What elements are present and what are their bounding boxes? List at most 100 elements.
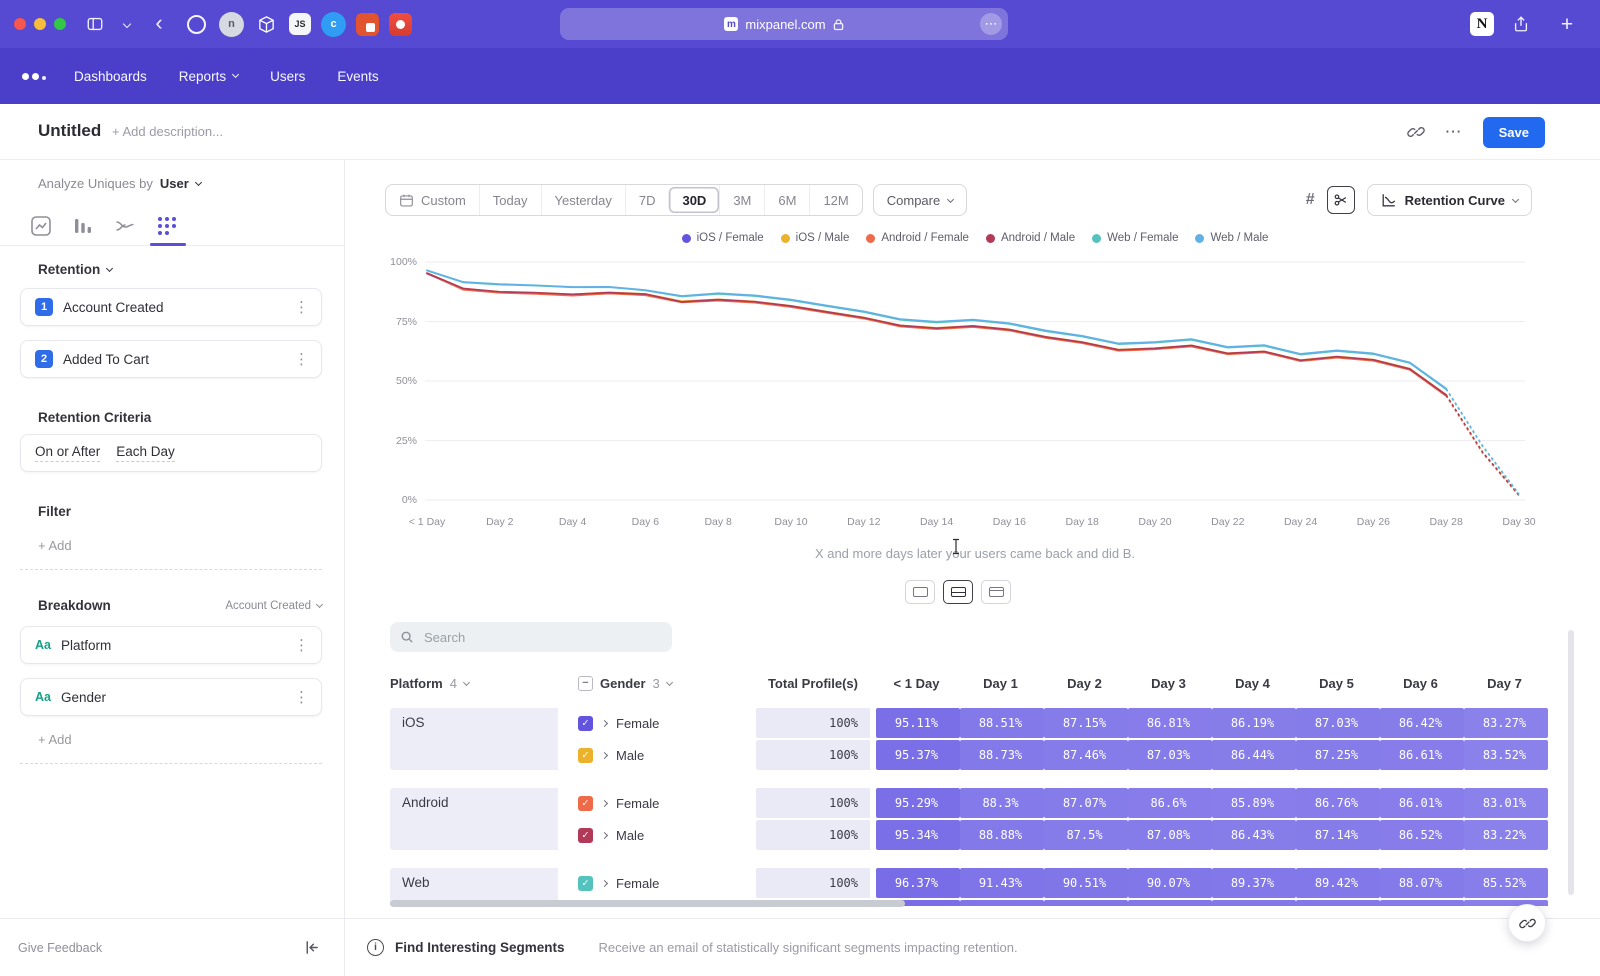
collapse-sidebar-icon[interactable] [303,939,320,956]
address-more-button[interactable]: ⋯ [980,13,1002,35]
retention-cell[interactable]: 87.08% [1128,820,1212,850]
retention-cell[interactable]: 87.07% [1044,788,1128,818]
day-column-header[interactable]: Day 2 [1044,676,1128,691]
range-yesterday[interactable]: Yesterday [541,185,625,215]
new-tab-icon[interactable]: + [1554,11,1580,37]
segments-title[interactable]: Find Interesting Segments [395,940,565,955]
gender-cell[interactable]: ✓Female [568,868,756,898]
retention-cell[interactable]: 95.37% [876,740,960,770]
legend-item[interactable]: iOS / Female [682,232,764,244]
retention-cell[interactable]: 88.1% [1380,900,1464,906]
criteria-interval[interactable]: Each Day [116,444,175,462]
package-extension-icon[interactable] [254,12,279,37]
copy-link-icon[interactable] [1407,123,1425,141]
retention-cell[interactable]: 88.73% [960,740,1044,770]
retention-cell[interactable]: 90.1% [1128,900,1212,906]
minimize-window-button[interactable] [34,18,46,30]
retention-cell[interactable]: 90.51% [1044,868,1128,898]
breakdown-context[interactable]: Account Created [225,600,322,612]
analyze-value[interactable]: User [160,176,189,191]
address-bar[interactable]: m mixpanel.com ⋯ [560,8,1008,40]
retention-cell[interactable]: 95.11% [876,708,960,738]
more-options-icon[interactable]: ⋮ [294,300,309,315]
more-options-icon[interactable]: ⋮ [294,690,309,705]
legend-item[interactable]: Web / Male [1195,232,1268,244]
retention-cell[interactable]: 88.07% [1380,868,1464,898]
gender-cell[interactable]: ✓Female [568,788,756,818]
report-title[interactable]: Untitled [38,121,101,141]
series-checkbox[interactable]: ✓ [578,748,593,763]
retention-cell[interactable]: 91.43% [960,868,1044,898]
retention-cell[interactable]: 89.37% [1212,868,1296,898]
clock-extension-icon[interactable] [184,12,209,37]
retention-section-heading[interactable]: Retention [38,262,322,277]
criteria-mode[interactable]: On or After [35,444,100,462]
platform-cell[interactable]: Android [390,788,568,850]
retention-cell[interactable]: 85.89% [1212,788,1296,818]
day-column-header[interactable]: Day 6 [1380,676,1464,691]
more-options-icon[interactable]: ⋮ [294,638,309,653]
retention-cell[interactable]: 87.46% [1044,740,1128,770]
more-options-icon[interactable]: ⋮ [294,352,309,367]
retention-step-2[interactable]: 2 Added To Cart ⋮ [20,340,322,378]
retention-cell[interactable]: 89.4% [1212,900,1296,906]
gender-cell[interactable]: ✓Male [568,820,756,850]
retention-cell[interactable]: 89.42% [1296,868,1380,898]
retention-cell[interactable]: 86.76% [1296,788,1380,818]
legend-item[interactable]: Android / Female [866,232,969,244]
range-30d[interactable]: 30D [668,187,719,213]
expand-chevron-icon[interactable] [601,831,608,838]
total-profiles-header[interactable]: Total Profile(s) [756,676,876,691]
js-extension-icon[interactable]: JS [289,13,311,35]
retention-cell[interactable]: 90.6% [1044,900,1128,906]
split-view-toggle[interactable] [943,580,973,604]
retention-cell[interactable]: 89.5% [1296,900,1380,906]
range-3m[interactable]: 3M [719,185,764,215]
retention-cell[interactable]: 87.03% [1296,708,1380,738]
expand-chevron-icon[interactable] [601,879,608,886]
chart-only-toggle[interactable] [905,580,935,604]
retention-cell[interactable]: 83.27% [1464,708,1548,738]
expand-chevron-icon[interactable] [601,799,608,806]
chevron-down-icon[interactable] [114,11,140,37]
retention-cell[interactable]: 87.5% [1044,820,1128,850]
nav-item-events[interactable]: Events [337,69,378,84]
retention-cell[interactable]: 90.07% [1128,868,1212,898]
gender-cell[interactable]: ✓Female [568,708,756,738]
retention-cell[interactable]: 83.22% [1464,820,1548,850]
gray-extension-icon[interactable]: n [219,12,244,37]
select-all-checkbox[interactable]: − [578,676,593,691]
retention-cell[interactable]: 88.3% [960,788,1044,818]
retention-cell[interactable]: 86.61% [1380,740,1464,770]
range-7d[interactable]: 7D [625,185,669,215]
blue-extension-icon[interactable]: c [321,12,346,37]
criteria-card[interactable]: On or After Each Day [20,434,322,472]
breakdown-platform[interactable]: Aa Platform ⋮ [20,626,322,664]
range-today[interactable]: Today [479,185,541,215]
tab-insights[interactable] [30,215,52,237]
add-description[interactable]: + Add description... [112,124,223,139]
analyze-uniques-row[interactable]: Analyze Uniques by User [38,176,201,191]
series-checkbox[interactable]: ✓ [578,796,593,811]
segment-cut-icon[interactable] [1327,186,1355,214]
retention-cell[interactable]: 86.19% [1212,708,1296,738]
range-custom[interactable]: Custom [386,185,479,215]
sidebar-toggle-icon[interactable] [82,11,108,37]
tab-flows[interactable] [114,215,136,237]
retention-cell[interactable]: 87.15% [1044,708,1128,738]
retention-cell[interactable]: 83.01% [1464,788,1548,818]
more-options-icon[interactable]: ⋯ [1445,122,1463,142]
retention-cell[interactable]: 95.34% [876,820,960,850]
retention-cell[interactable]: 86.42% [1380,708,1464,738]
legend-item[interactable]: Web / Female [1092,232,1178,244]
save-button[interactable]: Save [1483,117,1545,148]
day-column-header[interactable]: Day 7 [1464,676,1548,691]
retention-cell[interactable]: 87.03% [1128,740,1212,770]
retention-cell[interactable]: 86.44% [1212,740,1296,770]
mixpanel-logo[interactable] [22,73,46,80]
day-column-header[interactable]: Day 3 [1128,676,1212,691]
retention-cell[interactable]: 87.25% [1296,740,1380,770]
nav-item-dashboards[interactable]: Dashboards [74,69,147,84]
notion-extension-icon[interactable]: N [1470,12,1494,36]
retention-cell[interactable]: 86.43% [1212,820,1296,850]
